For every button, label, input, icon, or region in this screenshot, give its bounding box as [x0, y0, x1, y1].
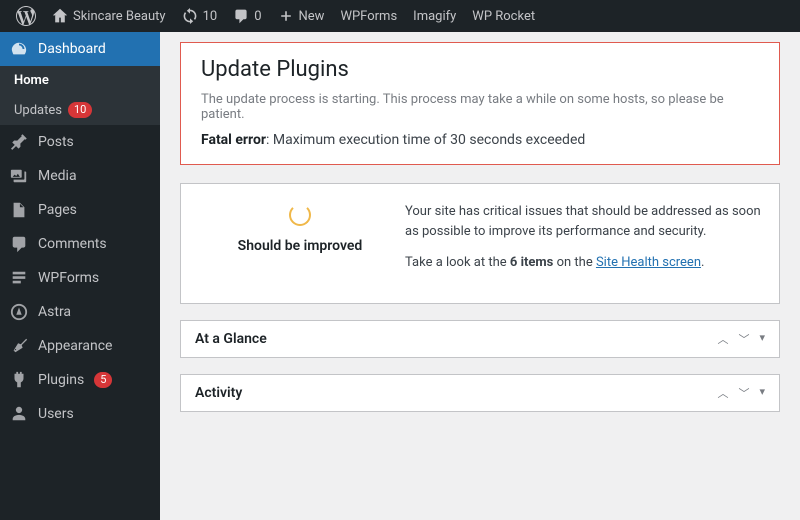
site-health-cta: Take a look at the 6 items on the Site H… [405, 253, 765, 273]
update-status-text: The update process is starting. This pro… [201, 92, 759, 122]
media-icon [10, 167, 28, 185]
move-down-icon[interactable]: ﹀ [738, 385, 749, 401]
updates-count: 10 [203, 9, 218, 24]
page-title: Update Plugins [201, 57, 759, 82]
submenu-updates[interactable]: Updates 10 [0, 95, 160, 125]
plugin-icon [10, 371, 28, 389]
comment-icon [10, 235, 28, 253]
menu-pages[interactable]: Pages [0, 193, 160, 227]
toggle-icon[interactable]: ▾ [759, 385, 765, 401]
widget-handle-actions: ︿ ﹀ ▾ [717, 385, 765, 401]
submenu-home[interactable]: Home [0, 66, 160, 95]
update-error-panel: Update Plugins The update process is sta… [180, 42, 780, 165]
updates-link[interactable]: 10 [174, 0, 226, 32]
site-name: Skincare Beauty [73, 9, 166, 24]
menu-wpforms[interactable]: WPForms [0, 261, 160, 295]
adminbar-link-wprocket[interactable]: WP Rocket [464, 0, 543, 32]
pin-icon [10, 133, 28, 151]
new-content-link[interactable]: New [270, 0, 333, 32]
site-health-link[interactable]: Site Health screen [596, 255, 701, 270]
menu-appearance[interactable]: Appearance [0, 329, 160, 363]
new-label: New [299, 9, 325, 24]
dashboard-icon [10, 40, 28, 58]
brush-icon [10, 337, 28, 355]
loading-spinner-icon [289, 204, 311, 226]
move-down-icon[interactable]: ﹀ [738, 331, 749, 347]
move-up-icon[interactable]: ︿ [717, 385, 728, 401]
toggle-icon[interactable]: ▾ [759, 331, 765, 347]
adminbar-link-imagify[interactable]: Imagify [405, 0, 464, 32]
form-icon [10, 269, 28, 287]
widget-at-a-glance[interactable]: At a Glance ︿ ﹀ ▾ [180, 320, 780, 358]
plugins-badge: 5 [94, 372, 112, 388]
move-up-icon[interactable]: ︿ [717, 331, 728, 347]
home-icon [52, 8, 68, 24]
comment-icon [233, 8, 249, 24]
updates-badge: 10 [68, 102, 92, 118]
plus-icon [278, 8, 294, 24]
page-icon [10, 201, 28, 219]
comments-count: 0 [254, 9, 261, 24]
site-health-status: Should be improved [195, 238, 405, 254]
comments-link[interactable]: 0 [225, 0, 269, 32]
site-name-link[interactable]: Skincare Beauty [44, 0, 174, 32]
menu-astra[interactable]: Astra [0, 295, 160, 329]
adminbar-link-wpforms[interactable]: WPForms [332, 0, 405, 32]
astra-icon [10, 303, 28, 321]
menu-dashboard[interactable]: Dashboard [0, 32, 160, 66]
user-icon [10, 405, 28, 423]
admin-toolbar: Skincare Beauty 10 0 New WPForms Imagify… [0, 0, 800, 32]
update-icon [182, 8, 198, 24]
site-health-summary: Your site has critical issues that shoul… [405, 202, 765, 241]
menu-plugins[interactable]: Plugins5 [0, 363, 160, 397]
menu-posts[interactable]: Posts [0, 125, 160, 159]
menu-users[interactable]: Users [0, 397, 160, 431]
widget-handle-actions: ︿ ﹀ ▾ [717, 331, 765, 347]
fatal-error-text: Fatal error: Maximum execution time of 3… [201, 132, 759, 148]
dashboard-submenu: Home Updates 10 [0, 66, 160, 125]
menu-media[interactable]: Media [0, 159, 160, 193]
widget-activity[interactable]: Activity ︿ ﹀ ▾ [180, 374, 780, 412]
wp-logo[interactable] [8, 0, 44, 32]
site-health-widget: Should be improved Your site has critica… [180, 183, 780, 304]
menu-comments[interactable]: Comments [0, 227, 160, 261]
admin-sidebar: Dashboard Home Updates 10 Posts Media Pa… [0, 32, 160, 520]
main-content: Update Plugins The update process is sta… [160, 32, 800, 520]
